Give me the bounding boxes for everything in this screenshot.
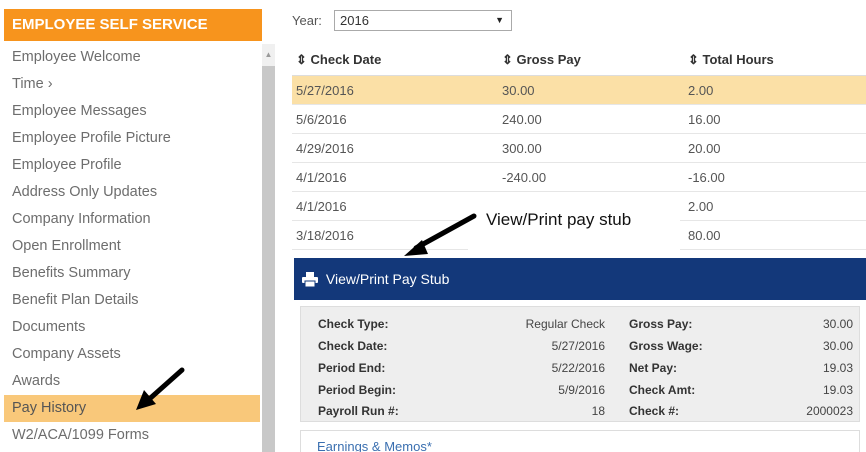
sidebar-nav: Employee Welcome Time › Employee Message… (4, 44, 260, 449)
column-header-gross-pay[interactable]: ⇕ Gross Pay (502, 44, 581, 76)
detail-label: Payroll Run #: (318, 404, 399, 418)
table-header: ⇕ Check Date ⇕ Gross Pay ⇕ Total Hours (292, 44, 866, 76)
detail-label: Check #: (629, 404, 680, 418)
pay-stub-details: Check Type: Regular Check Check Date: 5/… (300, 306, 860, 422)
cell-check-date: 4/29/2016 (296, 141, 354, 156)
detail-label: Gross Wage: (629, 339, 703, 353)
cell-total-hours: 2.00 (688, 199, 714, 214)
year-label: Year: (292, 13, 322, 28)
sidebar-item-benefits-summary[interactable]: Benefits Summary (4, 260, 260, 287)
cell-total-hours: 20.00 (688, 141, 721, 156)
sidebar-item-benefit-plan-details[interactable]: Benefit Plan Details (4, 287, 260, 314)
sidebar-item-employee-profile[interactable]: Employee Profile (4, 152, 260, 179)
cell-total-hours: 80.00 (688, 228, 721, 243)
cell-check-date: 3/18/2016 (296, 228, 354, 243)
sidebar-item-time[interactable]: Time › (4, 71, 260, 98)
detail-label: Period Begin: (318, 383, 397, 397)
detail-value: 19.03 (822, 361, 853, 375)
detail-value: 30.00 (822, 317, 853, 331)
detail-label: Gross Pay: (629, 317, 693, 331)
sidebar-item-employee-messages[interactable]: Employee Messages (4, 98, 260, 125)
cell-gross-pay: 240.00 (502, 112, 542, 127)
sidebar-item-awards[interactable]: Awards (4, 368, 260, 395)
detail-value: 19.03 (822, 383, 853, 397)
scroll-up-arrow-icon[interactable]: ▲ (262, 50, 275, 60)
detail-label: Net Pay: (629, 361, 678, 375)
detail-value: 5/27/2016 (551, 339, 605, 353)
column-header-check-date[interactable]: ⇕ Check Date (296, 44, 381, 76)
cell-gross-pay: 30.00 (502, 83, 535, 98)
cell-check-date: 5/27/2016 (296, 83, 354, 98)
table-row[interactable]: 5/6/2016 240.00 16.00 (292, 105, 866, 134)
cell-check-date: 5/6/2016 (296, 112, 347, 127)
cell-total-hours: 16.00 (688, 112, 721, 127)
detail-value: 30.00 (822, 339, 853, 353)
sidebar-item-documents[interactable]: Documents (4, 314, 260, 341)
sidebar-title: EMPLOYEE SELF SERVICE (4, 9, 262, 41)
view-print-pay-stub-button[interactable]: View/Print Pay Stub (294, 258, 866, 300)
annotation-callout: View/Print pay stub (468, 196, 680, 252)
sidebar-item-address-only-updates[interactable]: Address Only Updates (4, 179, 260, 206)
cell-total-hours: 2.00 (688, 83, 714, 98)
sidebar-item-employee-profile-picture[interactable]: Employee Profile Picture (4, 125, 260, 152)
cell-gross-pay: -240.00 (502, 170, 547, 185)
sidebar-scrollbar[interactable]: ▲ (262, 44, 275, 452)
dropdown-caret-icon: ▼ (495, 15, 504, 25)
view-print-pay-stub-label: View/Print Pay Stub (325, 271, 450, 287)
detail-label: Check Date: (318, 339, 388, 353)
cell-check-date: 4/1/2016 (296, 170, 347, 185)
table-row[interactable]: 4/29/2016 300.00 20.00 (292, 134, 866, 163)
detail-label: Period End: (318, 361, 386, 375)
sidebar: EMPLOYEE SELF SERVICE Employee Welcome T… (0, 0, 278, 452)
column-header-total-hours[interactable]: ⇕ Total Hours (688, 44, 774, 76)
detail-label: Check Amt: (629, 383, 696, 397)
table-row[interactable]: 4/1/2016 -240.00 -16.00 (292, 163, 866, 192)
detail-value: Regular Check (525, 317, 605, 331)
sidebar-item-company-information[interactable]: Company Information (4, 206, 260, 233)
printer-icon (302, 272, 318, 288)
cell-gross-pay: 300.00 (502, 141, 542, 156)
cell-total-hours: -16.00 (688, 170, 725, 185)
scrollbar-thumb[interactable] (262, 66, 275, 452)
year-select[interactable]: 2016 ▼ (334, 10, 512, 31)
sidebar-item-employee-welcome[interactable]: Employee Welcome (4, 44, 260, 71)
cell-check-date: 4/1/2016 (296, 199, 347, 214)
table-row[interactable]: 5/27/2016 30.00 2.00 (292, 76, 866, 105)
year-select-value: 2016 (340, 13, 369, 28)
sidebar-item-w2-aca-1099-forms[interactable]: W2/ACA/1099 Forms (4, 422, 260, 449)
detail-value: 5/22/2016 (551, 361, 605, 375)
detail-label: Check Type: (318, 317, 389, 331)
sidebar-item-open-enrollment[interactable]: Open Enrollment (4, 233, 260, 260)
detail-value: 5/9/2016 (558, 383, 605, 397)
detail-value: 2000023 (806, 404, 853, 418)
earnings-memos-link[interactable]: Earnings & Memos* (300, 430, 860, 452)
sidebar-item-company-assets[interactable]: Company Assets (4, 341, 260, 368)
detail-value: 18 (591, 404, 605, 418)
sidebar-item-pay-history[interactable]: Pay History (4, 395, 260, 422)
